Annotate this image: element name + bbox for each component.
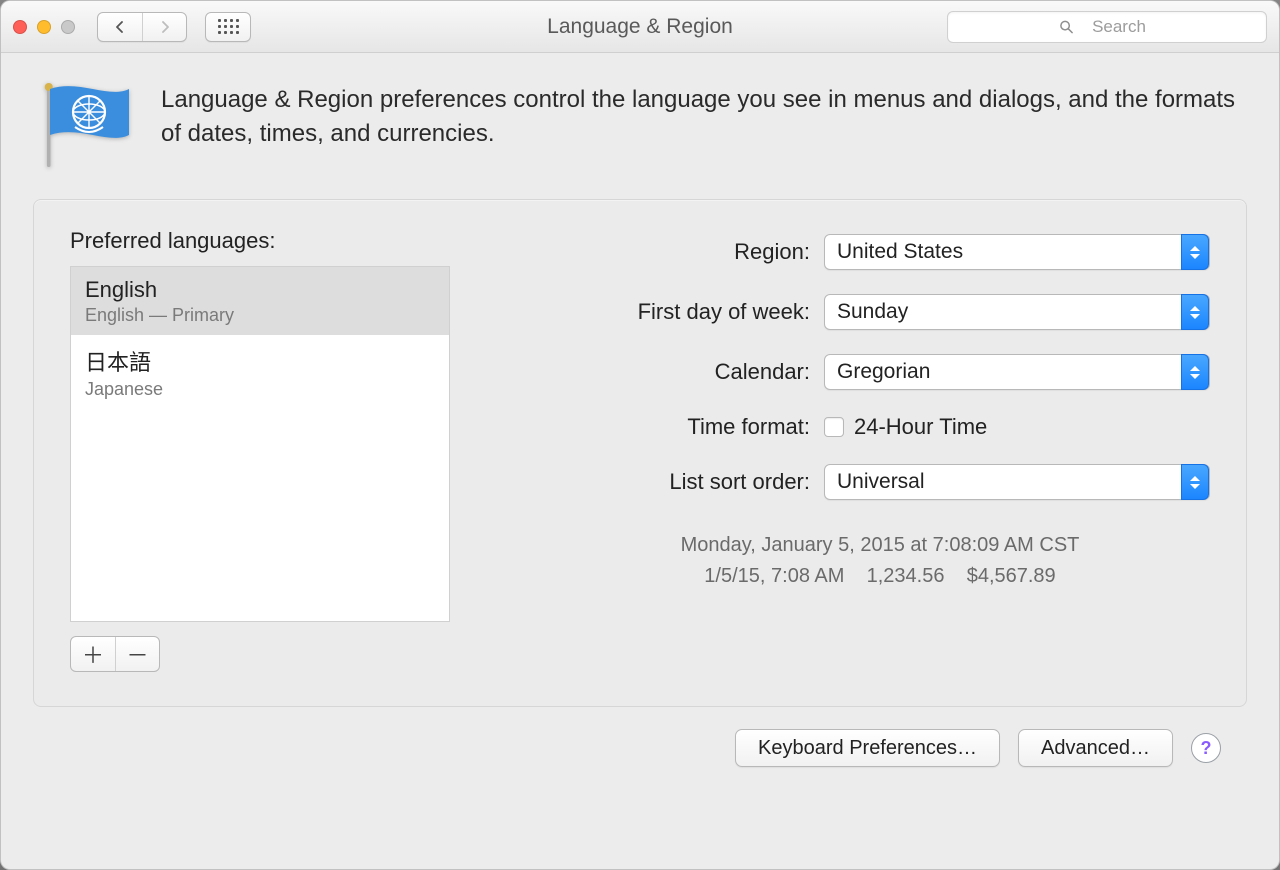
search-input[interactable]: [947, 11, 1267, 43]
twentyfour-hour-checkbox[interactable]: [824, 417, 844, 437]
back-button[interactable]: [98, 13, 142, 41]
help-button[interactable]: ?: [1191, 733, 1221, 763]
stepper-icon: [1181, 464, 1209, 500]
list-item[interactable]: 日本語 Japanese: [71, 335, 449, 409]
nav-back-forward: [97, 12, 187, 42]
preferred-languages-section: Preferred languages: English English — P…: [70, 228, 490, 672]
region-settings: Region: United States First day of week:…: [550, 228, 1210, 672]
language-sub: English — Primary: [85, 305, 435, 326]
intro: Language & Region preferences control th…: [33, 83, 1247, 169]
first-day-value: Sunday: [837, 300, 908, 324]
preferences-window: Language & Region Language & Region pref…: [0, 0, 1280, 870]
language-list[interactable]: English English — Primary 日本語 Japanese: [70, 266, 450, 622]
time-format-option: 24-Hour Time: [854, 414, 987, 440]
close-button[interactable]: [13, 20, 27, 34]
add-remove-buttons: ＋ －: [70, 636, 160, 672]
stepper-icon: [1181, 294, 1209, 330]
region-popup[interactable]: United States: [824, 234, 1210, 270]
first-day-popup[interactable]: Sunday: [824, 294, 1210, 330]
first-day-label: First day of week:: [550, 299, 810, 325]
un-flag-icon: [39, 83, 131, 169]
traffic-lights: [13, 20, 75, 34]
sample-short: 1/5/15, 7:08 AM 1,234.56 $4,567.89: [550, 561, 1210, 592]
stepper-icon: [1181, 354, 1209, 390]
grid-icon: [218, 19, 239, 34]
content: Language & Region preferences control th…: [1, 53, 1279, 869]
zoom-button[interactable]: [61, 20, 75, 34]
calendar-value: Gregorian: [837, 360, 930, 384]
region-value: United States: [837, 240, 963, 264]
list-sort-label: List sort order:: [550, 469, 810, 495]
preferred-languages-label: Preferred languages:: [70, 228, 490, 254]
footer: Keyboard Preferences… Advanced… ?: [33, 707, 1247, 767]
calendar-label: Calendar:: [550, 359, 810, 385]
titlebar: Language & Region: [1, 1, 1279, 53]
time-format-label: Time format:: [550, 414, 810, 440]
format-samples: Monday, January 5, 2015 at 7:08:09 AM CS…: [550, 530, 1210, 592]
stepper-icon: [1181, 234, 1209, 270]
advanced-button[interactable]: Advanced…: [1018, 729, 1173, 767]
list-sort-popup[interactable]: Universal: [824, 464, 1210, 500]
sample-long: Monday, January 5, 2015 at 7:08:09 AM CS…: [550, 530, 1210, 561]
language-native: 日本語: [85, 345, 435, 377]
language-native: English: [85, 277, 435, 303]
keyboard-preferences-button[interactable]: Keyboard Preferences…: [735, 729, 1000, 767]
remove-language-button[interactable]: －: [115, 637, 159, 671]
forward-button[interactable]: [142, 13, 186, 41]
show-all-button[interactable]: [205, 12, 251, 42]
list-item[interactable]: English English — Primary: [71, 267, 449, 335]
calendar-popup[interactable]: Gregorian: [824, 354, 1210, 390]
list-sort-value: Universal: [837, 470, 925, 494]
add-language-button[interactable]: ＋: [71, 637, 115, 671]
language-sub: Japanese: [85, 379, 435, 400]
region-label: Region:: [550, 239, 810, 265]
minimize-button[interactable]: [37, 20, 51, 34]
intro-text: Language & Region preferences control th…: [161, 83, 1241, 150]
main-pane: Preferred languages: English English — P…: [33, 199, 1247, 707]
